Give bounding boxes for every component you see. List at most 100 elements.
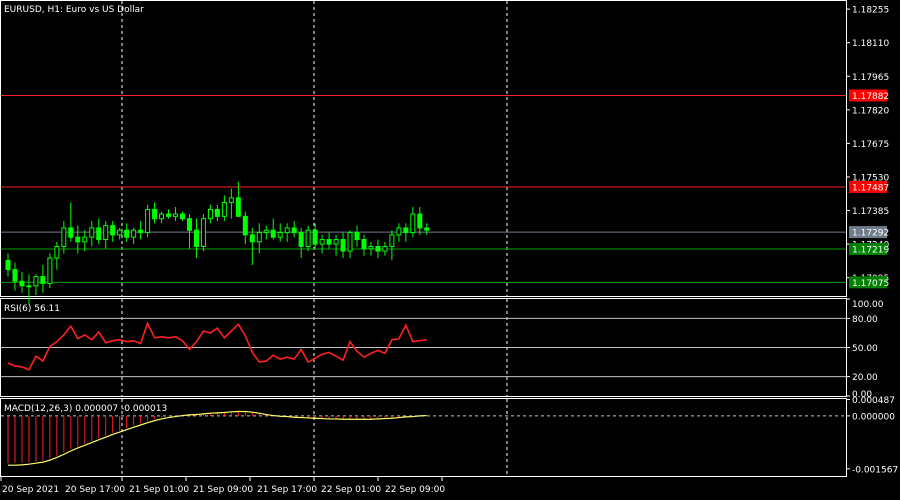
time-axis-label: 21 Sep 17:00 — [257, 485, 317, 495]
price-axis-label: 1.17965 — [852, 73, 889, 83]
bull-candle — [389, 234, 395, 247]
bear-candle — [326, 239, 332, 245]
bull-candle — [117, 229, 123, 236]
price-level-tag-label: 1.17487 — [852, 183, 889, 193]
bear-candle — [417, 213, 423, 229]
price-axis-label: 1.18110 — [852, 39, 889, 49]
bear-candle — [68, 227, 74, 238]
price-axis-label: 1.17675 — [852, 140, 889, 150]
bear-candle — [291, 227, 297, 234]
time-axis-label: 21 Sep 09:00 — [193, 485, 253, 495]
price-axis-label: 1.17820 — [852, 106, 889, 116]
macd-axis-label: -0.001567 — [852, 465, 898, 475]
bear-candle — [375, 245, 381, 252]
time-axis-label: 20 Sep 17:00 — [65, 485, 125, 495]
bull-candle — [228, 197, 234, 203]
bull-candle — [277, 232, 283, 238]
time-axis-label: 22 Sep 09:00 — [385, 485, 445, 495]
rsi-axis-label: 100.00 — [852, 300, 884, 310]
bear-candle — [361, 239, 367, 250]
bull-candle — [396, 227, 402, 236]
bull-candle — [284, 227, 290, 234]
bear-candle — [193, 229, 199, 247]
bull-candle — [82, 236, 88, 243]
bull-candle — [263, 229, 269, 234]
bull-candle — [89, 227, 95, 238]
bear-candle — [180, 213, 185, 220]
bull-candle — [54, 245, 60, 259]
bear-candle — [5, 259, 11, 271]
bull-candle — [368, 245, 374, 250]
bull-candle — [33, 276, 39, 287]
price-pane-title: EURUSD, H1: Euro vs US Dollar — [4, 5, 144, 15]
price-level-tag-label: 1.17075 — [852, 279, 889, 289]
bear-candle — [12, 269, 18, 282]
macd-axis-label: 0.000000 — [852, 412, 895, 422]
bear-candle — [214, 208, 220, 217]
rsi-levels — [1, 317, 846, 378]
macd-pane-title: MACD(12,26,3) 0.000007 -0.000013 — [4, 404, 167, 414]
bull-candle — [103, 225, 109, 241]
bear-candle — [166, 213, 172, 217]
price-axis-label: 1.17385 — [852, 207, 889, 217]
bull-candle — [47, 257, 53, 284]
price-axis: 1.182551.181101.179651.178201.176751.175… — [846, 6, 889, 289]
bull-candle — [347, 232, 353, 252]
time-axis-label: 20 Sep 2021 — [2, 485, 59, 495]
bear-candle — [124, 229, 130, 238]
bear-candle — [270, 229, 276, 238]
bear-candle — [40, 276, 46, 284]
bull-candle — [173, 213, 179, 217]
bull-candle — [159, 213, 165, 220]
bull-candle — [333, 239, 339, 245]
price-level-tag-label: 1.17292 — [852, 229, 889, 239]
rsi-series — [7, 321, 427, 371]
rsi-axis-label: 20.00 — [852, 373, 878, 383]
time-axis: 20 Sep 2021 20 Sep 17:00 21 Sep 01:00 21 Se… — [0, 476, 445, 495]
bear-candle — [340, 239, 346, 252]
bull-candle — [207, 208, 213, 220]
bear-candle — [75, 236, 81, 243]
bear-candle — [312, 229, 318, 245]
bull-candle — [382, 245, 388, 252]
bull-candle — [221, 201, 227, 217]
bear-candle — [152, 208, 158, 220]
bear-candle — [242, 215, 248, 236]
rsi-axis-label: 80.00 — [852, 315, 878, 325]
bear-candle — [298, 232, 304, 247]
bull-candle — [26, 285, 32, 288]
bear-candle — [249, 234, 255, 243]
macd-axis: 0.000487 0.000000 -0.001567 — [846, 396, 898, 475]
rsi-pane-title: RSI(6) 56.11 — [4, 304, 60, 314]
bull-candle — [145, 208, 151, 234]
macd-axis-label: 0.000487 — [852, 396, 895, 406]
macd-series — [1, 410, 846, 466]
bull-candle — [200, 218, 206, 247]
candles — [5, 181, 430, 305]
price-level-tag-label: 1.17219 — [852, 245, 889, 255]
bull-candle — [256, 232, 262, 243]
bear-candle — [186, 218, 192, 231]
bear-candle — [138, 229, 144, 234]
bear-candle — [96, 227, 102, 241]
bear-candle — [403, 227, 409, 234]
price-level-tag-label: 1.17882 — [852, 92, 889, 102]
mt-chart-window[interactable]: 1.182551.181101.179651.178201.176751.175… — [0, 0, 900, 500]
bull-candle — [305, 229, 311, 247]
rsi-axis-label: 50.00 — [852, 344, 878, 354]
bull-candle — [131, 229, 137, 238]
bear-candle — [19, 280, 25, 287]
price-levels — [1, 94, 846, 283]
bull-candle — [61, 227, 67, 247]
bear-candle — [354, 232, 360, 241]
bull-candle — [410, 213, 416, 234]
rsi-axis: 100.0080.0050.0020.000.00 — [846, 298, 884, 400]
time-axis-label: 22 Sep 01:00 — [321, 485, 381, 495]
bear-candle — [235, 197, 241, 217]
rsi-line — [7, 321, 427, 371]
bear-candle — [424, 227, 430, 231]
bear-candle — [110, 225, 116, 236]
time-axis-label: 21 Sep 01:00 — [129, 485, 189, 495]
price-pane-frame — [0, 0, 847, 297]
bull-candle — [319, 239, 325, 245]
